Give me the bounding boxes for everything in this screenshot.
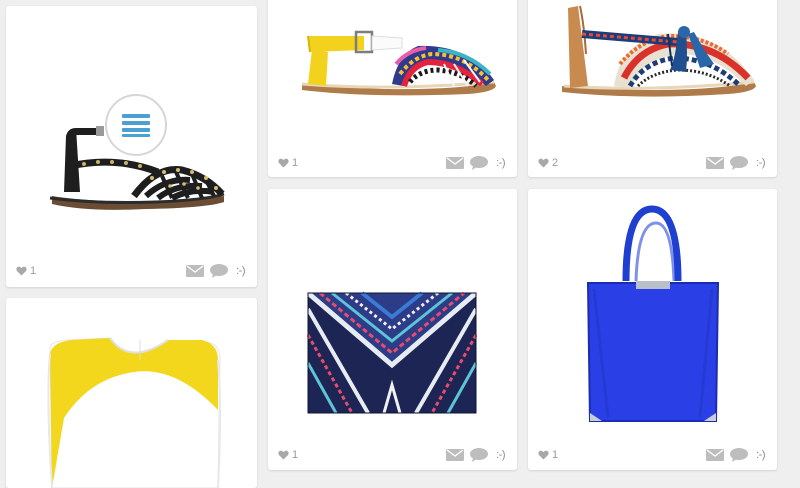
product-card-blue-tote[interactable]: 1 :-): [528, 189, 777, 470]
card-actions: 1 :-): [538, 447, 765, 463]
tassel-sandal-illustration: [562, 5, 756, 97]
share-email-button[interactable]: [446, 449, 465, 461]
emoticon-icon[interactable]: :-): [496, 157, 505, 169]
mail-icon: [706, 449, 725, 461]
clutch-illustration: [306, 291, 478, 414]
like-button[interactable]: 2: [538, 157, 558, 169]
product-card-tassel-sandal[interactable]: 2 :-): [528, 0, 777, 177]
comment-button[interactable]: [730, 448, 749, 462]
product-image-yellow-sandal[interactable]: [268, 0, 517, 142]
comment-icon: [730, 156, 749, 170]
like-button[interactable]: 1: [16, 265, 36, 277]
heart-icon: [538, 450, 549, 460]
card-actions: 1 :-): [278, 155, 505, 171]
pin-menu-button[interactable]: [105, 94, 167, 156]
like-button[interactable]: 1: [278, 449, 298, 461]
heart-icon: [278, 450, 289, 460]
card-actions: 2 :-): [538, 155, 765, 171]
like-count: 1: [30, 265, 37, 277]
product-image-clutch[interactable]: [268, 189, 517, 434]
product-card-yellow-sandal[interactable]: 1 :-): [268, 0, 517, 177]
emoticon-icon[interactable]: :-): [756, 157, 765, 169]
heart-icon: [538, 158, 549, 168]
mail-icon: [446, 449, 465, 461]
share-email-button[interactable]: [186, 265, 205, 277]
hamburger-menu-icon: [122, 114, 150, 137]
heart-icon: [278, 158, 289, 168]
mail-icon: [446, 157, 465, 169]
comment-icon: [210, 264, 229, 278]
comment-button[interactable]: [470, 448, 489, 462]
emoticon-icon[interactable]: :-): [236, 265, 245, 277]
like-count: 2: [552, 157, 559, 169]
mail-icon: [706, 157, 725, 169]
comment-icon: [470, 448, 489, 462]
like-button[interactable]: 1: [538, 449, 558, 461]
like-button[interactable]: 1: [278, 157, 298, 169]
comment-icon: [730, 448, 749, 462]
share-email-button[interactable]: [706, 449, 725, 461]
like-count: 1: [552, 449, 559, 461]
share-email-button[interactable]: [446, 157, 465, 169]
product-card-clutch[interactable]: 1 :-): [268, 189, 517, 470]
heart-icon: [16, 266, 27, 276]
yellow-sandal-illustration: [301, 30, 496, 96]
product-image-blue-tote[interactable]: [528, 189, 777, 434]
blue-tote-illustration: [586, 205, 720, 422]
product-card-black-sandal[interactable]: 1 :-): [6, 6, 257, 287]
comment-icon: [470, 156, 489, 170]
comment-button[interactable]: [470, 156, 489, 170]
product-image-tassel-sandal[interactable]: [528, 0, 777, 142]
comment-button[interactable]: [210, 264, 229, 278]
card-actions: 1 :-): [16, 263, 245, 279]
emoticon-icon[interactable]: :-): [756, 449, 765, 461]
mail-icon: [186, 265, 205, 277]
share-email-button[interactable]: [706, 157, 725, 169]
like-count: 1: [292, 449, 299, 461]
card-actions: 1 :-): [278, 447, 505, 463]
product-card-yellow-top[interactable]: [6, 298, 257, 488]
product-image-yellow-top[interactable]: [6, 298, 257, 488]
comment-button[interactable]: [730, 156, 749, 170]
emoticon-icon[interactable]: :-): [496, 449, 505, 461]
yellow-top-illustration: [47, 337, 221, 488]
like-count: 1: [292, 157, 299, 169]
